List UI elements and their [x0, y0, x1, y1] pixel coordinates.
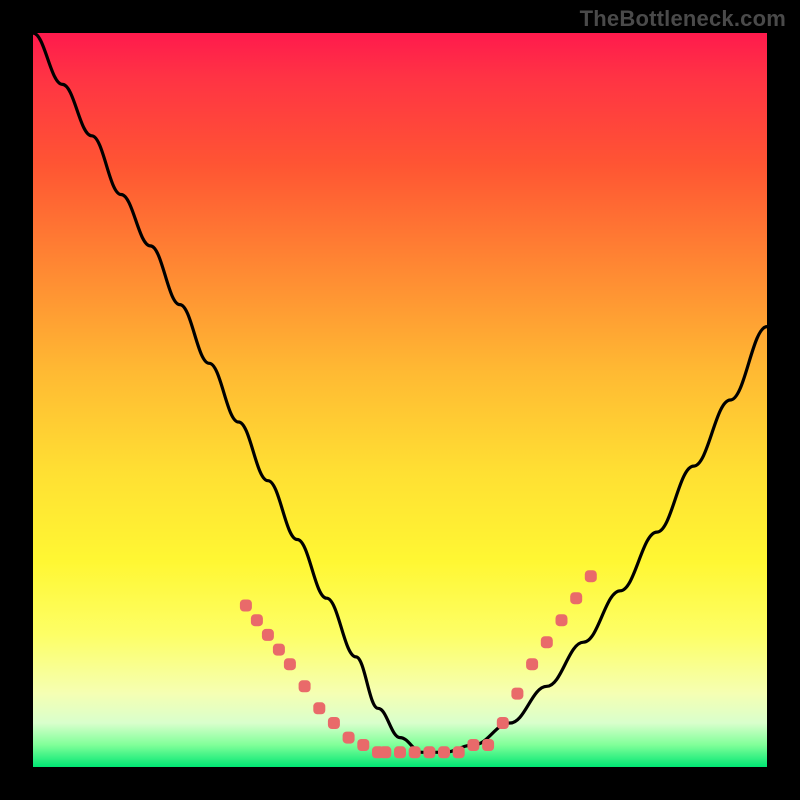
highlight-dot — [284, 658, 296, 670]
highlight-dot — [409, 746, 421, 758]
highlight-dot — [511, 688, 523, 700]
highlight-dot — [262, 629, 274, 641]
highlight-dot — [379, 746, 391, 758]
curve-layer — [33, 33, 767, 767]
highlight-dot — [497, 717, 509, 729]
highlight-dot — [328, 717, 340, 729]
highlight-dot — [482, 739, 494, 751]
highlight-dot — [251, 614, 263, 626]
watermark-label: TheBottleneck.com — [580, 6, 786, 32]
highlight-dot — [423, 746, 435, 758]
highlight-dot — [299, 680, 311, 692]
highlight-dot — [357, 739, 369, 751]
highlight-dot — [313, 702, 325, 714]
bottleneck-curve — [33, 33, 767, 752]
highlight-dot — [570, 592, 582, 604]
highlight-dot — [453, 746, 465, 758]
highlight-dot — [541, 636, 553, 648]
highlight-dot — [240, 600, 252, 612]
highlight-dot — [585, 570, 597, 582]
highlight-dot — [556, 614, 568, 626]
highlight-dot — [394, 746, 406, 758]
highlight-dot — [273, 644, 285, 656]
highlight-dots — [240, 570, 597, 758]
highlight-dot — [467, 739, 479, 751]
highlight-dot — [343, 732, 355, 744]
highlight-dot — [526, 658, 538, 670]
plot-area — [33, 33, 767, 767]
chart-frame: TheBottleneck.com — [0, 0, 800, 800]
highlight-dot — [438, 746, 450, 758]
